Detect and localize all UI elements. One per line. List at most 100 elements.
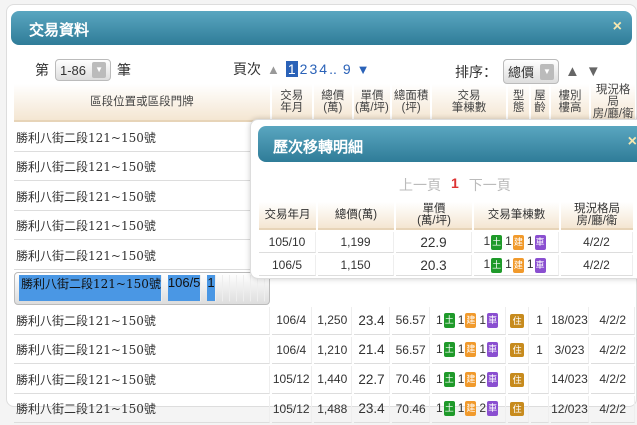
page-9[interactable]: 9 — [343, 61, 351, 77]
unit-price-cell: 23.4 — [353, 395, 391, 423]
land-count: 1 — [436, 312, 443, 327]
column-header[interactable]: 總面積 (坪) — [392, 84, 431, 122]
parking-badge: 車 — [487, 342, 499, 358]
address-cell: 勝利八街二段121~150號 — [19, 274, 162, 302]
column-header[interactable]: 型態 — [508, 84, 530, 122]
sort-desc-icon[interactable]: ▼ — [586, 63, 601, 80]
column-header[interactable]: 交易筆棟數 — [432, 84, 506, 122]
age-cell — [531, 395, 549, 423]
type-cell: 住 — [508, 395, 530, 423]
prev-page-icon[interactable]: ▲ — [267, 62, 280, 77]
floor-cell: 3/023 — [550, 336, 590, 364]
unit-price-cell: 23.4 — [353, 307, 391, 335]
land-count: 1 — [483, 257, 491, 272]
close-icon[interactable]: × — [628, 133, 637, 151]
land-count: 1 — [436, 401, 443, 416]
sort-select[interactable]: 總價 ▼ — [503, 59, 560, 84]
close-icon[interactable]: × — [613, 18, 622, 36]
sort-asc-icon[interactable]: ▲ — [565, 63, 580, 80]
building-badge: 建 — [465, 312, 477, 328]
land-badge: 土 — [443, 401, 455, 417]
parking-count: 1 — [479, 312, 487, 327]
floor-cell: 14/023 — [550, 366, 590, 394]
table-row[interactable]: 勝利八街二段121~150號 106/4 1,210 21.4 56.57 1 土 1 建 1 車住… — [14, 336, 635, 364]
table-row[interactable]: 勝利八街二段121~150號 106/4 1,250 23.4 56.57 1 土 1 建 1 車住… — [14, 307, 635, 335]
column-header[interactable]: 屋齡 — [531, 84, 549, 122]
floor-cell: 18/023 — [550, 307, 590, 335]
type-cell: 住 — [508, 307, 530, 335]
age-cell: 1 — [531, 307, 549, 335]
column-header[interactable]: 總價(萬) — [313, 84, 352, 122]
address-cell: 勝利八街二段121~150號 — [14, 153, 270, 181]
building-badge: 建 — [465, 342, 477, 358]
counts-cell: 1土1建1車 — [474, 255, 559, 276]
unit-price-cell: 21.4 — [353, 336, 391, 364]
current-page: 1 — [451, 175, 459, 191]
counts-cell: 1土1建2車 — [432, 395, 506, 423]
type-cell: 住 — [508, 336, 530, 364]
column-header[interactable]: 單價 (萬/坪) — [396, 202, 472, 230]
column-header[interactable]: 樓別 樓高 — [550, 84, 590, 122]
counts-cell: 1土1建1車 — [432, 307, 506, 335]
column-header[interactable]: 交易筆棟數 — [474, 202, 559, 230]
area-cell: 70.46 — [392, 395, 431, 423]
page-1[interactable]: 1 — [285, 61, 298, 77]
floor-cell: 12/023 — [550, 395, 590, 423]
next-page-icon[interactable]: ▼ — [357, 62, 370, 77]
total-price-cell: 1,440 — [313, 366, 352, 394]
column-header[interactable]: 現況格局 房/廳/衛 — [591, 84, 635, 122]
building-badge: 建 — [512, 257, 524, 273]
building-count: 1 — [505, 257, 512, 272]
unit-price-cell: 22.9 — [396, 232, 472, 253]
popup-header: 歷次移轉明細 × — [258, 126, 637, 162]
column-header[interactable]: 區段位置或區段門牌 — [14, 84, 270, 122]
type-cell: 住 — [508, 366, 530, 394]
address-cell: 勝利八街二段121~150號 — [14, 366, 270, 394]
land-badge: 土 — [443, 342, 455, 358]
chevron-down-icon: ▼ — [540, 63, 555, 80]
column-header[interactable]: 交易年月 — [271, 84, 312, 122]
parking-badge: 車 — [534, 257, 546, 273]
next-page-link[interactable]: 下一頁 — [469, 175, 511, 195]
history-table: 交易年月 總價(萬) 單價 (萬/坪) 交易筆棟數 現況格局 房/廳/衛 105/10 1,1… — [257, 200, 635, 278]
parking-count: 1 — [526, 257, 534, 272]
prev-page-link[interactable]: 上一頁 — [399, 175, 441, 195]
parking-badge: 車 — [487, 401, 499, 417]
total-price-cell: 1,150 — [318, 255, 394, 276]
address-cell: 勝利八街二段121~150號 — [14, 307, 270, 335]
date-cell: 106/5 — [167, 274, 202, 302]
residential-badge: 住 — [510, 343, 525, 358]
sort-label: 排序： — [455, 63, 497, 80]
table-row[interactable]: 勝利八街二段121~150號 106/5 1 — [14, 271, 270, 305]
column-header[interactable]: 交易年月 — [259, 202, 316, 230]
date-cell: 106/4 — [271, 336, 312, 364]
age-cell — [249, 274, 251, 302]
layout-cell: 4/2/2 — [591, 395, 635, 423]
address-cell: 勝利八街二段121~150號 — [14, 183, 270, 211]
land-count: 1 — [436, 342, 443, 357]
column-header[interactable]: 單價 (萬/坪) — [353, 84, 391, 122]
date-cell: 105/10 — [259, 232, 316, 253]
pagination: 頁次 ▲ 1 2 3 4 .. 9 ▼ — [233, 59, 370, 79]
chevron-down-icon: ▼ — [92, 62, 107, 78]
area-cell — [228, 274, 230, 302]
age-cell: 1 — [531, 336, 549, 364]
age-cell — [531, 366, 549, 394]
address-cell: 勝利八街二段121~150號 — [14, 395, 270, 423]
range-value: 1-86 — [60, 62, 87, 78]
total-price-cell: 1,250 — [313, 307, 352, 335]
sort-value: 總價 — [508, 65, 535, 80]
range-select[interactable]: 1-86 ▼ — [55, 59, 112, 81]
page-3[interactable]: 3 — [309, 61, 317, 77]
column-header[interactable]: 現況格局 房/廳/衛 — [561, 202, 633, 230]
column-header[interactable]: 總價(萬) — [318, 202, 394, 230]
page-label: 頁次 — [233, 61, 261, 77]
table-row[interactable]: 勝利八街二段121~150號 105/12 1,488 23.4 70.46 1 土 1 建 2 車… — [14, 395, 635, 423]
page-2[interactable]: 2 — [300, 61, 308, 77]
land-count: 1 — [436, 371, 443, 386]
counts-cell: 1土1建1車 — [432, 336, 506, 364]
table-row[interactable]: 勝利八街二段121~150號 105/12 1,440 22.7 70.46 1 土 1 建 2 車… — [14, 366, 635, 394]
page-4[interactable]: 4 — [319, 61, 327, 77]
dialog-title: 交易資料 — [29, 22, 90, 39]
residential-badge: 住 — [510, 313, 525, 328]
